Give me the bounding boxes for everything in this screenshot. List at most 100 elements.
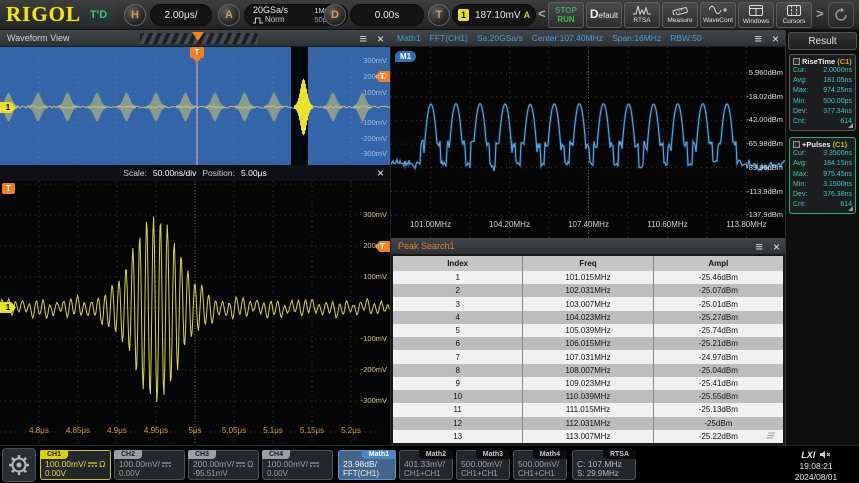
cursors-button[interactable]: Cursors bbox=[776, 2, 812, 28]
record-position-marker[interactable] bbox=[192, 32, 204, 41]
table-cell: 9 bbox=[393, 377, 523, 390]
trigger-position-handle[interactable]: T bbox=[190, 47, 204, 58]
axis-label: -42.00dBm bbox=[746, 115, 783, 124]
table-row[interactable]: 1101.015MHz-25.46dBm bbox=[393, 271, 783, 284]
speaker-muted-icon[interactable] bbox=[820, 450, 831, 459]
math-tile-math3[interactable]: Math3 500.00mV/ CH1+CH1 bbox=[456, 450, 510, 480]
close-icon[interactable]: × bbox=[377, 33, 384, 45]
axis-label: 4.8μs bbox=[29, 426, 49, 435]
axis-label: -65.98dBm bbox=[746, 139, 783, 148]
stat-value: 974.25ns bbox=[823, 86, 852, 96]
table-row[interactable]: 2102.031MHz-25.07dBm bbox=[393, 284, 783, 297]
waveform-view-header[interactable]: Waveform View ≡ × bbox=[0, 30, 390, 47]
channel-scale: 100.00mV/ bbox=[267, 459, 308, 469]
windows-button[interactable]: Windows bbox=[738, 2, 774, 28]
math-tile-math4[interactable]: Math4 500.00mV/ CH1+CH1 bbox=[513, 450, 567, 480]
run-stop-button[interactable]: STOP RUN bbox=[548, 2, 584, 28]
channel-tile-ch4[interactable]: CH4 100.00mV/ 0.00V bbox=[262, 450, 333, 480]
delay-knob[interactable]: D bbox=[324, 4, 346, 26]
math-tab: Math2 bbox=[419, 450, 453, 459]
table-row[interactable]: 10110.039MHz-25.55dBm bbox=[393, 390, 783, 403]
clock-block: LXI 19:08:21 2024/08/01 bbox=[776, 448, 856, 483]
close-icon[interactable]: × bbox=[772, 33, 779, 45]
table-row[interactable]: 3103.007MHz-25.01dBm bbox=[393, 297, 783, 310]
rtsa-button[interactable]: RTSA bbox=[624, 2, 660, 28]
checkbox-icon[interactable] bbox=[793, 58, 800, 65]
rtsa-label: RTSA bbox=[633, 16, 650, 25]
stat-value: 614 bbox=[840, 200, 852, 210]
channel-tile-ch3[interactable]: CH3 200.00mV/ Ω -95.51mV bbox=[188, 450, 259, 480]
close-icon[interactable]: × bbox=[377, 167, 384, 179]
trigger-knob[interactable]: T bbox=[428, 4, 450, 26]
lxi-label: LXI bbox=[801, 450, 815, 461]
peak-search-header[interactable]: Peak Search1 ≡ × bbox=[391, 238, 786, 255]
wavecont-button[interactable]: WaveCont bbox=[700, 2, 736, 28]
stat-value: 181.05ns bbox=[823, 76, 852, 86]
toolbar-nav-right[interactable]: > bbox=[816, 6, 824, 21]
horizontal-knob[interactable]: H bbox=[124, 4, 146, 26]
measurement-card-risetime[interactable]: RiseTime(C1) Cur:2.0000nsAvg:181.05nsMax… bbox=[789, 54, 856, 131]
measure-button[interactable]: Measure bbox=[662, 2, 698, 28]
table-row[interactable]: 6106.015MHz-25.21dBm bbox=[393, 337, 783, 350]
axis-label: -200mV bbox=[361, 134, 387, 143]
measurement-row: Avg:184.15ns bbox=[793, 159, 852, 169]
overview-plot[interactable]: T 1 T 300mV200mV100mV-100mV-200mV-300mV bbox=[0, 47, 390, 165]
trigger-source-badge: 1 bbox=[458, 9, 469, 21]
zoom-plot[interactable]: T 1 T 300mV200mV100mV-100mV-200mV-300mV4… bbox=[0, 181, 390, 445]
acquire-knob[interactable]: A bbox=[218, 4, 240, 26]
stat-label: Avg: bbox=[793, 159, 807, 169]
math-tile-math1[interactable]: Math1 23.98dB/ FFT(CH1) bbox=[338, 450, 396, 480]
fft-trace bbox=[391, 47, 785, 238]
stat-value: 377.34ns bbox=[823, 107, 852, 117]
fft-plot[interactable]: M1 5.960dBm-18.02dBm-42.00dBm-65.98dBm-8… bbox=[390, 47, 785, 238]
table-row[interactable]: 12112.031MHz-25dBm bbox=[393, 417, 783, 430]
overview-waveform bbox=[0, 47, 390, 165]
windows-icon bbox=[749, 5, 763, 16]
table-row[interactable]: 4104.023MHz-25.27dBm bbox=[393, 311, 783, 324]
stat-value: 500.00ps bbox=[823, 97, 852, 107]
math-tab: Math1 bbox=[362, 450, 396, 459]
axis-label: 4.85μs bbox=[66, 426, 90, 435]
stat-label: Min: bbox=[793, 97, 806, 107]
close-icon[interactable]: × bbox=[773, 241, 780, 253]
math1-marker-badge[interactable]: M1 bbox=[395, 51, 416, 62]
axis-label: -113.9dBm bbox=[747, 187, 783, 196]
timebase-pill[interactable]: 2.00μs/ bbox=[150, 4, 212, 26]
axis-label: 300mV bbox=[363, 56, 387, 65]
channel-tile-ch1[interactable]: CH1 100.00mV/ Ω 0.00V bbox=[40, 450, 111, 480]
table-row[interactable]: 7107.031MHz-24.97dBm bbox=[393, 350, 783, 363]
table-cell: 10 bbox=[393, 390, 523, 403]
measurement-card-pulses[interactable]: +Pulses(C1) Cur:3.3500nsAvg:184.15nsMax:… bbox=[789, 137, 856, 214]
trigger-pill[interactable]: 1 187.10mV A bbox=[452, 4, 536, 26]
math-tile-math2[interactable]: Math2 401.33mV/ CH1+CH1 bbox=[399, 450, 453, 480]
record-navigation-strip[interactable] bbox=[140, 33, 258, 44]
table-cell: 7 bbox=[393, 350, 523, 363]
default-button[interactable]: Default bbox=[586, 2, 622, 28]
channel-tile-ch2[interactable]: CH2 100.00mV/ 0.00V bbox=[114, 450, 185, 480]
system-time: 19:08:21 bbox=[776, 461, 856, 472]
settings-tile[interactable] bbox=[2, 448, 36, 482]
axis-label: -300mV bbox=[361, 149, 387, 158]
delay-pill[interactable]: 0.00s bbox=[350, 4, 424, 26]
table-cell: -25.46dBm bbox=[654, 271, 783, 284]
fft-header[interactable]: Math1 FFT(CH1) Sa:20GSa/s Center:107.40M… bbox=[390, 30, 785, 47]
menu-icon[interactable]: ≡ bbox=[754, 32, 762, 45]
table-row[interactable]: 11111.015MHz-25.13dBm bbox=[393, 403, 783, 416]
timebase-value: 2.00μs/ bbox=[164, 10, 197, 21]
toolbar-nav-left[interactable]: < bbox=[538, 6, 546, 21]
table-row[interactable]: 9109.023MHz-25.41dBm bbox=[393, 377, 783, 390]
rtsa-tile[interactable]: RTSA C: 107.MHz S: 29.9MHz bbox=[572, 450, 636, 480]
rotate-view-button[interactable] bbox=[828, 2, 854, 28]
cursors-label: Cursors bbox=[783, 17, 806, 26]
menu-icon[interactable]: ≡ bbox=[359, 32, 367, 45]
table-cell: -25.21dBm bbox=[654, 337, 783, 350]
table-row[interactable]: 5105.039MHz-25.74dBm bbox=[393, 324, 783, 337]
measurement-source: (C1) bbox=[833, 140, 848, 149]
checkbox-icon[interactable] bbox=[793, 141, 800, 148]
table-cell: 12 bbox=[393, 417, 523, 430]
table-row[interactable]: 8108.007MHz-25.04dBm bbox=[393, 364, 783, 377]
stat-value: 975.45ns bbox=[823, 170, 852, 180]
menu-icon[interactable]: ≡ bbox=[755, 240, 763, 253]
table-cell: 3 bbox=[393, 297, 523, 310]
table-row[interactable]: 13113.007MHz-25.22dBm bbox=[393, 430, 783, 443]
